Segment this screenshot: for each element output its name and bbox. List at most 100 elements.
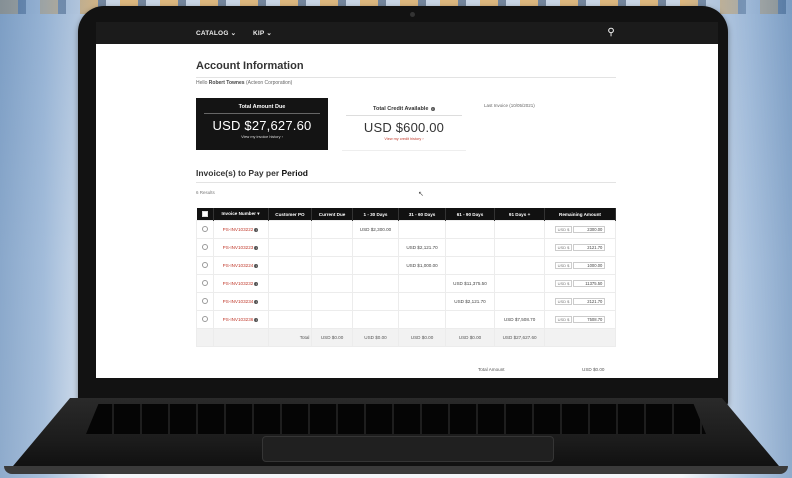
remaining-amount-input[interactable]: 1000.00 (573, 262, 606, 269)
select-all-checkbox[interactable] (201, 210, 208, 217)
invoice-link[interactable]: PS-INV103232 (223, 281, 254, 286)
remaining-amount-field: USD $1000.00 (547, 262, 613, 269)
info-icon[interactable]: i (254, 282, 259, 286)
invoice-link[interactable]: PS-INV103223 (223, 245, 254, 250)
remaining-amount-input[interactable]: 2121.70 (573, 298, 606, 305)
nav-kip[interactable]: KIP ⌄ (253, 29, 272, 37)
days-91-cell (494, 256, 545, 275)
invoice-link[interactable]: PS-INV103224 (223, 263, 254, 268)
info-icon[interactable]: i (254, 246, 259, 250)
row-select-radio[interactable] (201, 226, 208, 232)
greeting-prefix: Hello (196, 80, 208, 86)
remaining-amount-field: USD $2121.70 (547, 244, 613, 251)
current-due-cell (311, 274, 353, 293)
currency-prefix: USD $ (554, 280, 573, 287)
remaining-amount-input[interactable]: 2300.00 (573, 226, 606, 233)
invoice-number-cell[interactable]: PS-INV103222 i (212, 220, 269, 239)
info-icon[interactable]: i (430, 107, 435, 111)
credit-amount: USD $600.00 (363, 120, 445, 135)
info-icon[interactable]: i (254, 264, 259, 268)
days-61-90-cell: USD $2,121.70 (444, 292, 496, 311)
results-count: 6 Results (196, 190, 215, 195)
days-31-60-cell (398, 310, 446, 329)
totals-spacer (212, 328, 269, 347)
row-select[interactable] (196, 256, 214, 275)
total-31-60: USD $0.00 (398, 328, 446, 347)
page-title: Account Information (196, 60, 304, 72)
total-due-card: Total Amount Due USD $27,627.60 View my … (196, 98, 328, 150)
row-select-radio[interactable] (201, 262, 208, 268)
days-61-90-cell (444, 220, 496, 239)
info-icon[interactable]: i (254, 300, 259, 304)
header-customer-po: Customer PO (268, 208, 313, 221)
remaining-amount-cell: USD $7508.70 (544, 310, 616, 329)
info-icon[interactable]: i (254, 318, 259, 322)
row-select[interactable] (196, 310, 214, 329)
invoice-number-cell[interactable]: PS-INV103224 i (212, 256, 269, 275)
days-1-30-cell (351, 238, 400, 257)
keyboard (86, 404, 706, 434)
current-due-cell (311, 310, 353, 329)
row-select[interactable] (196, 238, 214, 257)
row-select-radio[interactable] (201, 280, 208, 286)
nav-catalog[interactable]: CATALOG ⌄ (196, 29, 236, 37)
row-select[interactable] (196, 292, 214, 311)
invoice-number-cell[interactable]: PS-INV103232 i (212, 274, 269, 293)
invoice-number-cell[interactable]: PS-INV103234 i (212, 292, 269, 311)
header-current-due: Current Due (311, 208, 353, 221)
header-invoice-number[interactable]: Invoice Number ▾ (213, 208, 269, 221)
days-31-60-cell (398, 292, 446, 311)
invoice-link[interactable]: PS-INV103222 (223, 227, 254, 232)
invoice-number-cell[interactable]: PS-INV103236 i (212, 310, 269, 329)
days-61-90-cell (444, 310, 496, 329)
search-icon[interactable]: ⚲ (604, 26, 618, 40)
customer-po-cell (267, 310, 313, 329)
remaining-amount-input[interactable]: 7508.70 (573, 316, 606, 323)
currency-prefix: USD $ (554, 298, 573, 305)
totals-spacer (196, 328, 214, 347)
table-row: PS-INV103222 i USD $2,300.00 USD $2300.00 (196, 220, 616, 239)
invoice-number-cell[interactable]: PS-INV103223 i (212, 238, 269, 257)
current-due-cell (311, 292, 353, 311)
trackpad (262, 436, 554, 462)
info-icon[interactable]: i (254, 228, 259, 232)
table-row: PS-INV103224 i USD $1,000.00 USD $1000.00 (196, 256, 616, 275)
invoice-link[interactable]: PS-INV103236 (223, 317, 254, 322)
row-select-radio[interactable] (201, 298, 208, 304)
table-row: PS-INV103223 i USD $2,121.70 USD $2121.70 (196, 238, 616, 257)
total-1-30: USD $0.00 (351, 328, 400, 347)
nav-kip-label: KIP (253, 30, 265, 37)
invoice-link[interactable]: PS-INV103234 (223, 299, 254, 304)
invoice-history-link[interactable]: View my invoice history › (196, 135, 328, 139)
nav-catalog-label: CATALOG (196, 30, 229, 37)
days-31-60-cell (398, 274, 446, 293)
invoices-title-prefix: Invoice(s) to Pay per (196, 168, 280, 178)
credit-history-link[interactable]: View my credit history › (342, 137, 466, 141)
divider (196, 77, 616, 78)
select-all-header[interactable] (196, 208, 214, 221)
remaining-amount-input[interactable]: 11375.50 (573, 280, 606, 287)
table-header-row: Invoice Number ▾ Customer PO Current Due… (196, 208, 616, 221)
row-select[interactable] (196, 274, 214, 293)
total-current: USD $0.00 (311, 328, 353, 347)
current-due-cell (311, 220, 353, 239)
remaining-amount-cell: USD $11375.50 (544, 274, 616, 293)
row-select-radio[interactable] (201, 316, 208, 322)
header-91-days[interactable]: 91 Days + (494, 208, 545, 221)
table-row: PS-INV103232 i USD $11,375.50 USD $11375.50 (196, 274, 616, 293)
remaining-amount-input[interactable]: 2121.70 (573, 244, 606, 251)
row-select[interactable] (196, 220, 214, 239)
currency-prefix: USD $ (554, 262, 573, 269)
invoices-table: Invoice Number ▾ Customer PO Current Due… (196, 208, 616, 347)
remaining-amount-field: USD $11375.50 (547, 280, 613, 287)
days-1-30-cell (351, 292, 400, 311)
camera-icon (410, 12, 415, 17)
total-amount-value: USD $0.00 (582, 367, 605, 372)
remaining-amount-cell: USD $2121.70 (544, 238, 616, 257)
days-91-cell (494, 292, 545, 311)
total-due-label: Total Amount Due (204, 104, 320, 114)
invoices-title: Invoice(s) to Pay per Period (196, 168, 308, 178)
remaining-amount-field: USD $2121.70 (547, 298, 613, 305)
row-select-radio[interactable] (201, 244, 208, 250)
customer-po-cell (267, 238, 313, 257)
